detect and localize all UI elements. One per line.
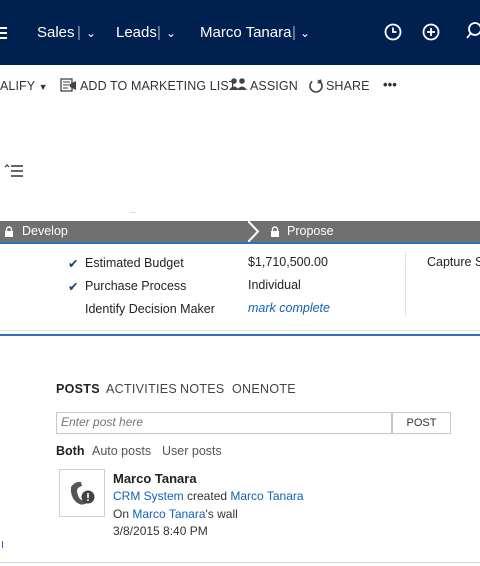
nav-separator: | — [292, 24, 296, 41]
stage-steps-panel: ✔ Estimated Budget $1,710,500.00 ✔ Purch… — [0, 242, 480, 331]
column-divider — [405, 252, 406, 316]
process-stage-bar: Develop Propose — [0, 221, 480, 242]
assign-icon — [229, 78, 247, 90]
step-value[interactable]: Individual — [248, 278, 301, 292]
check-icon: ✔ — [68, 280, 79, 294]
sort-list-icon[interactable] — [4, 164, 24, 183]
post-avatar — [59, 469, 105, 517]
step-label: Estimated Budget — [85, 256, 184, 270]
section-divider — [0, 334, 480, 336]
nav-record-name[interactable]: Marco Tanara — [200, 24, 291, 41]
phone-alert-icon — [70, 481, 95, 505]
post-target-link[interactable]: Marco Tanara — [230, 489, 303, 503]
post-text: CRM System created Marco Tanara — [113, 489, 304, 503]
chevron-down-icon[interactable]: ⌄ — [86, 26, 96, 40]
assign-button[interactable]: ASSIGN — [250, 79, 298, 93]
check-icon: ✔ — [68, 257, 79, 271]
lock-icon — [271, 226, 279, 237]
post-creator-link[interactable]: CRM System — [113, 489, 184, 503]
mark-complete-link[interactable]: mark complete — [248, 301, 330, 315]
chevron-down-icon[interactable]: ⌄ — [300, 26, 310, 40]
step-label: Purchase Process — [85, 279, 187, 293]
command-bar: ALIFY ▼ ADD TO MARKETING LIST ASSIGN SHA… — [0, 65, 480, 107]
post-timestamp: 3/8/2015 8:40 PM — [113, 524, 208, 538]
recent-history-icon[interactable] — [384, 23, 402, 41]
tab-posts[interactable]: POSTS — [56, 382, 100, 396]
search-icon[interactable] — [466, 22, 480, 42]
filter-user-posts[interactable]: User posts — [162, 444, 222, 458]
wall-owner-link[interactable]: Marco Tanara — [132, 507, 205, 521]
nav-separator: | — [77, 24, 81, 41]
post-input[interactable] — [57, 413, 387, 431]
top-navigation-bar: Sales | ⌄ Leads | ⌄ Marco Tanara | ⌄ — [0, 0, 480, 65]
filter-both[interactable]: Both — [56, 444, 84, 458]
nav-separator: | — [157, 24, 161, 41]
qualify-button[interactable]: ALIFY ▼ — [0, 79, 48, 93]
left-edge-marker — [2, 541, 3, 548]
marketing-list-icon — [60, 78, 76, 92]
dropdown-arrow-icon: ▼ — [38, 82, 48, 92]
tab-activities[interactable]: ACTIVITIES — [106, 382, 177, 396]
stage-develop[interactable]: Develop — [22, 224, 68, 238]
post-input-box[interactable] — [56, 412, 392, 434]
nav-area-sales[interactable]: Sales — [37, 24, 75, 41]
step-label: Identify Decision Maker — [85, 302, 215, 316]
create-new-icon[interactable] — [422, 23, 440, 41]
menu-icon[interactable] — [0, 27, 7, 39]
tab-onenote[interactable]: ONENOTE — [232, 382, 296, 396]
post-button[interactable]: POST — [392, 412, 451, 434]
tab-notes[interactable]: NOTES — [180, 382, 225, 396]
stage-chevron — [248, 221, 260, 242]
step-value[interactable]: $1,710,500.00 — [248, 255, 328, 269]
stage-propose[interactable]: Propose — [287, 224, 334, 238]
bottom-border — [0, 562, 480, 563]
post-wall: On Marco Tanara's wall — [113, 507, 238, 521]
divider — [130, 212, 136, 213]
share-button[interactable]: SHARE — [326, 79, 370, 93]
filter-auto-posts[interactable]: Auto posts — [92, 444, 151, 458]
post-author[interactable]: Marco Tanara — [113, 471, 197, 486]
share-icon — [309, 79, 323, 93]
next-step-label: Capture S — [427, 255, 480, 269]
chevron-down-icon[interactable]: ⌄ — [166, 26, 176, 40]
add-to-marketing-list-button[interactable]: ADD TO MARKETING LIST — [80, 79, 237, 93]
more-commands-button[interactable]: ••• — [383, 77, 397, 92]
nav-entity-leads[interactable]: Leads — [116, 24, 157, 41]
lock-icon — [5, 226, 13, 237]
